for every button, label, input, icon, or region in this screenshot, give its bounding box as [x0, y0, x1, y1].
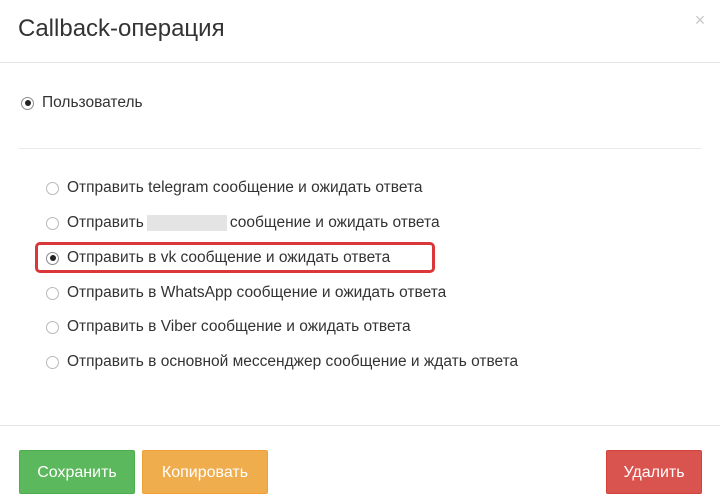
radio-option-vk[interactable]: Отправить в vk сообщение и ожидать ответ… — [46, 247, 390, 269]
radio-button[interactable] — [21, 96, 34, 110]
redacted-block — [146, 215, 227, 231]
radio-option-user[interactable]: Пользователь — [21, 92, 143, 114]
radio-button[interactable] — [46, 216, 59, 230]
radio-button[interactable] — [46, 320, 59, 334]
radio-label: Отправить в vk сообщение и ожидать ответ… — [67, 249, 391, 266]
delete-button[interactable]: Удалить — [606, 450, 702, 494]
radio-label: Отправить telegram сообщение и ожидать о… — [67, 179, 423, 196]
radio-label-end: сообщение и ожидать ответа — [229, 214, 440, 231]
radio-label: Отправить в основной мессенджер сообщени… — [67, 353, 519, 370]
divider — [18, 148, 702, 149]
dialog-footer: Сохранить Копировать Удалить — [0, 425, 720, 503]
radio-button[interactable] — [46, 251, 59, 265]
radio-option-telegram[interactable]: Отправить telegram сообщение и ожидать о… — [46, 177, 423, 199]
radio-option-main-messenger[interactable]: Отправить в основной мессенджер сообщени… — [46, 351, 518, 373]
callback-operation-dialog: Callback-операция × Пользователь Отправи… — [0, 0, 720, 503]
radio-label: Отправить в WhatsApp сообщение и ожидать… — [67, 284, 447, 301]
radio-button[interactable] — [46, 355, 59, 369]
save-button[interactable]: Сохранить — [19, 450, 135, 494]
dialog-title: Callback-операция — [18, 15, 225, 42]
radio-button[interactable] — [46, 181, 59, 195]
dialog-header: Callback-операция × — [0, 0, 720, 63]
radio-option-whatsapp[interactable]: Отправить в WhatsApp сообщение и ожидать… — [46, 282, 446, 304]
radio-label-start: Отправить — [67, 214, 144, 231]
radio-button[interactable] — [46, 286, 59, 300]
close-icon[interactable]: × — [692, 10, 708, 30]
radio-label: Отправить в Viber сообщение и ожидать от… — [67, 318, 411, 335]
radio-option-viber[interactable]: Отправить в Viber сообщение и ожидать от… — [46, 316, 411, 338]
copy-button[interactable]: Копировать — [142, 450, 268, 494]
radio-label: Пользователь — [42, 94, 143, 111]
radio-option-redacted[interactable]: Отправить сообщение и ожидать ответа — [46, 212, 440, 234]
